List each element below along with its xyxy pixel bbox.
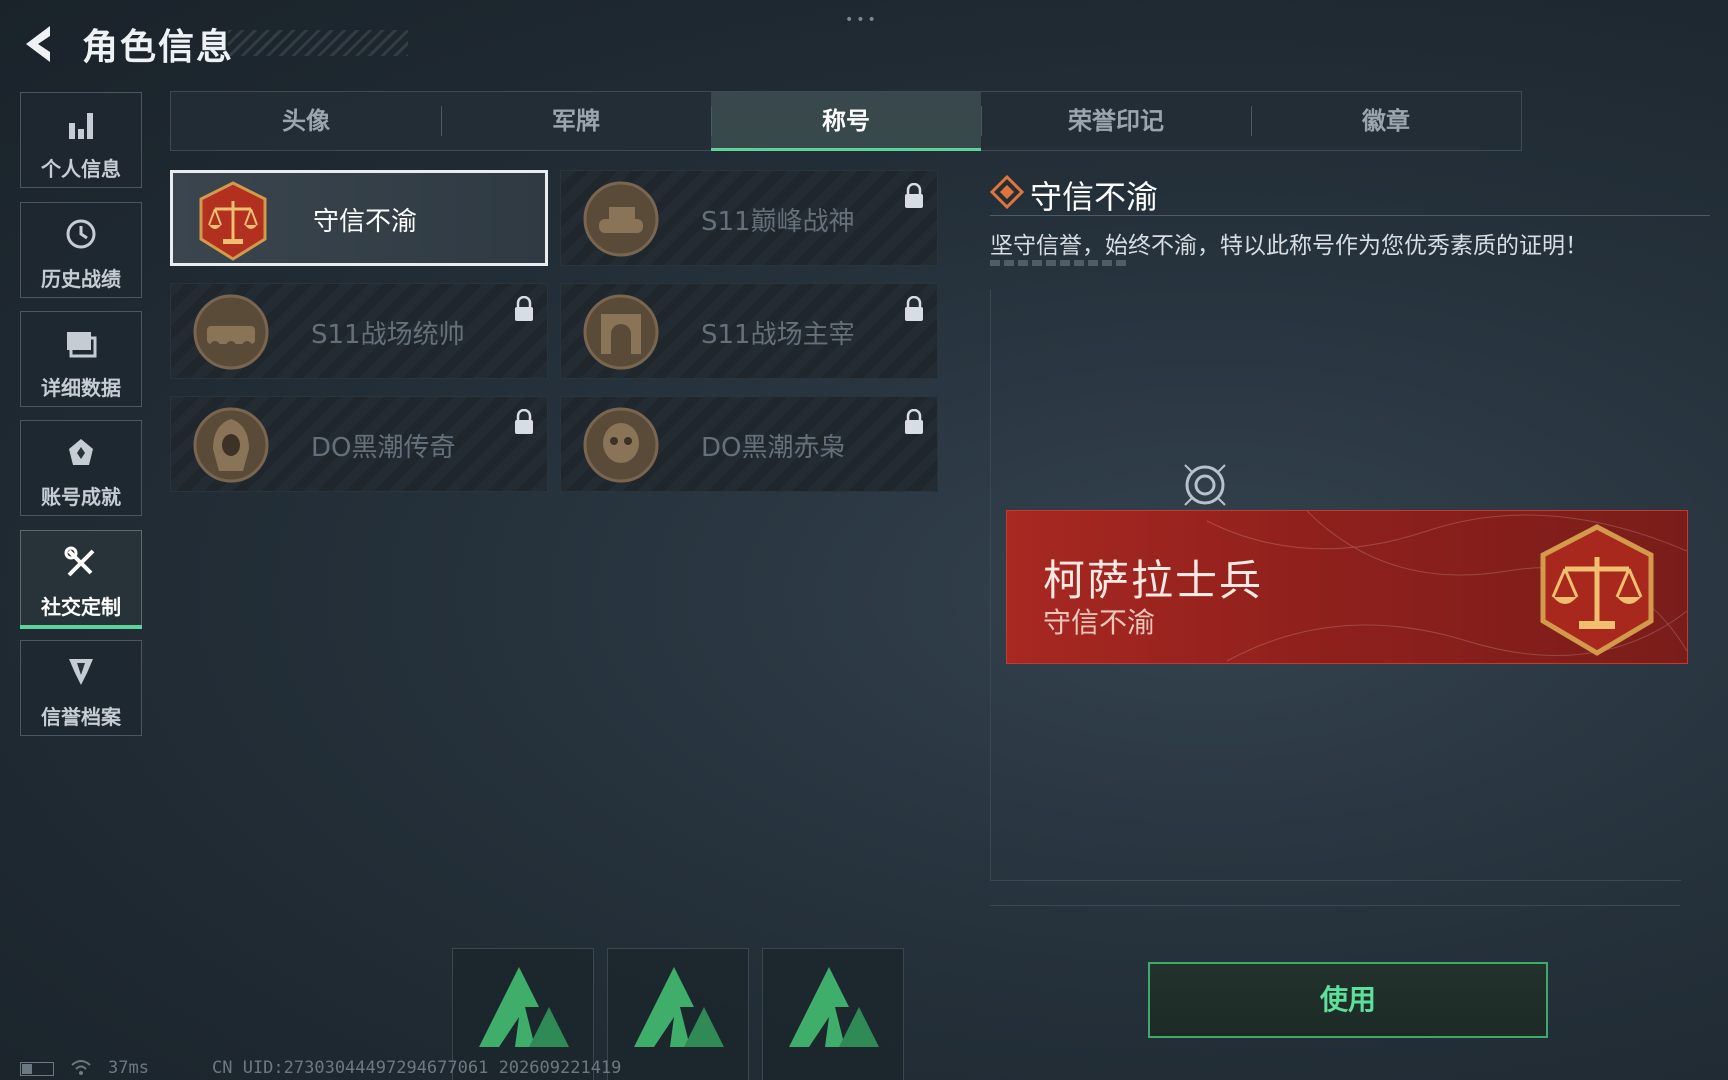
player-name: 柯萨拉士兵 [1043,556,1264,605]
title-card-name: DO黑潮传奇 [311,433,456,463]
achievement-icon [69,439,93,465]
sidebar-item-personal-info[interactable]: 个人信息 [20,92,142,188]
arch-emblem-icon [583,294,659,370]
logo-slot[interactable] [607,948,749,1080]
lock-icon [515,409,533,434]
tab-honor-mark[interactable]: 荣誉印记 [981,92,1251,150]
ping-readout: 37ms [108,1058,149,1078]
sidebar-item-achievements[interactable]: 账号成就 [20,420,142,516]
title-card-name: S11战场主宰 [701,320,855,350]
sidebar-item-label: 个人信息 [41,157,121,181]
use-button[interactable]: 使用 [1148,962,1548,1038]
bar-chart-icon [69,113,93,139]
sidebar-item-social-custom[interactable]: 社交定制 [20,530,142,629]
sidebar-item-history[interactable]: 历史战绩 [20,202,142,298]
history-clock-icon [66,219,96,249]
logo-slot[interactable] [762,948,904,1080]
armored-vehicle-emblem-icon [193,294,269,370]
category-tabs: 头像 军牌 称号 荣誉印记 徽章 [170,91,1522,151]
game-logo-icon [634,967,724,1047]
title-card-name: S11战场统帅 [311,320,465,350]
game-logo-icon [789,967,879,1047]
uid-readout: CN UID:27303044497294677061 202609221419 [212,1058,622,1078]
skull-emblem-icon [583,407,659,483]
title-card-do-red-owl[interactable]: DO黑潮赤枭 [560,396,938,492]
detail-description: 坚守信誉，始终不渝，特以此称号作为您优秀素质的证明！ [990,233,1588,259]
title-decoration [228,30,408,56]
tank-emblem-icon [583,181,659,257]
page-title: 角色信息 [82,27,235,68]
title-card-s11-dominator[interactable]: S11战场主宰 [560,283,938,379]
sidebar-item-label: 账号成就 [41,485,121,509]
title-card-do-legend[interactable]: DO黑潮传奇 [170,396,548,492]
tab-dog-tag[interactable]: 军牌 [441,92,711,150]
back-arrow-icon[interactable] [20,22,60,66]
lock-icon [905,183,923,208]
lock-icon [905,409,923,434]
divider [990,215,1710,216]
diamond-icon [990,175,1024,209]
tab-avatar[interactable]: 头像 [171,92,441,150]
folder-icon [67,332,97,358]
sidebar-item-detailed-data[interactable]: 详细数据 [20,311,142,407]
scales-emblem-icon [1540,524,1654,656]
lock-icon [905,296,923,321]
title-card-name: 守信不渝 [313,207,418,237]
decoration-bars [990,260,1126,266]
rotate-target-icon[interactable] [1175,455,1235,515]
scales-emblem-icon [199,181,267,261]
game-logo-icon [479,967,569,1047]
title-card-shouxinbuyu[interactable]: 守信不渝 [170,170,548,266]
title-card-s11-peak[interactable]: S11巅峰战神 [560,170,938,266]
title-card-name: DO黑潮赤枭 [701,433,846,463]
sidebar-item-label: 社交定制 [41,595,121,619]
hooded-figure-emblem-icon [193,407,269,483]
shield-icon [69,659,93,685]
player-title: 守信不渝 [1043,606,1156,639]
wifi-icon [71,1060,91,1075]
sidebar-item-label: 详细数据 [41,376,121,400]
tools-icon [64,546,95,577]
sidebar-item-label: 信誉档案 [41,705,121,729]
tab-title[interactable]: 称号 [711,92,981,151]
title-card-name: S11巅峰战神 [701,207,855,237]
detail-title: 守信不渝 [1030,178,1159,216]
divider [990,905,1680,906]
lock-icon [515,296,533,321]
title-card-s11-commander[interactable]: S11战场统帅 [170,283,548,379]
nameplate-preview: 柯萨拉士兵 守信不渝 [1006,510,1688,664]
tab-badge[interactable]: 徽章 [1251,92,1521,150]
battery-icon [20,1062,54,1076]
sidebar-item-label: 历史战绩 [41,267,121,291]
sidebar-item-credit-file[interactable]: 信誉档案 [20,640,142,736]
drag-handle-dots: ••• [845,12,879,28]
